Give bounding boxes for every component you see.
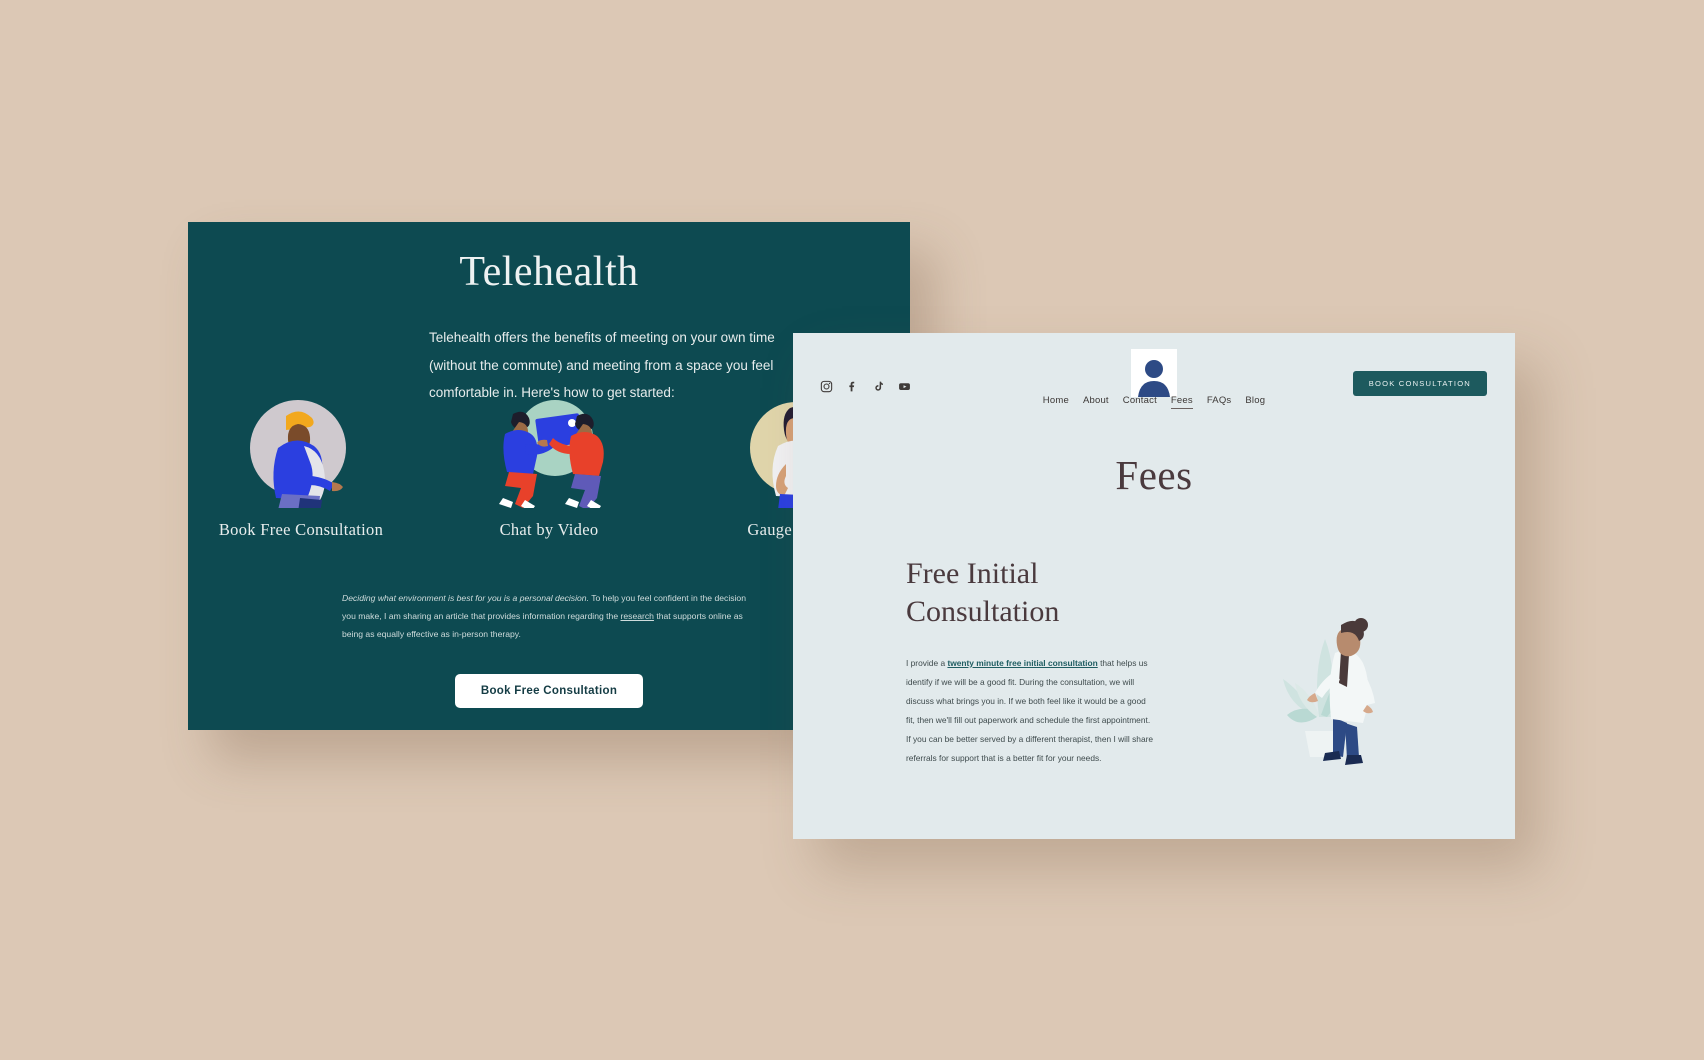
nav-item-faqs[interactable]: FAQs [1207, 395, 1232, 409]
site-logo[interactable] [1131, 349, 1177, 397]
step-label: Chat by Video [499, 520, 599, 539]
fees-content: Free Initial Consultation I provide a tw… [906, 555, 1156, 767]
facebook-icon[interactable] [845, 379, 859, 393]
paragraph-after-link: that helps us identify if we will be a g… [906, 658, 1154, 763]
woman-with-plant-illustration [1273, 589, 1463, 769]
book-free-consultation-button[interactable]: Book Free Consultation [454, 674, 644, 708]
telehealth-note: Deciding what environment is best for yo… [342, 589, 750, 643]
fees-window: Home About Contact Fees FAQs Blog BOOK C… [793, 333, 1515, 839]
instagram-icon[interactable] [819, 379, 833, 393]
fees-paragraph: I provide a twenty minute free initial c… [906, 654, 1156, 767]
step-book-free-consultation[interactable]: Book Free Consultation [211, 390, 391, 540]
step-label: Book Free Consultation [218, 520, 384, 539]
person-pointing-illustration [211, 390, 391, 508]
nav-item-contact[interactable]: Contact [1123, 395, 1157, 409]
nav-item-fees[interactable]: Fees [1170, 395, 1193, 409]
two-people-video-illustration [459, 390, 639, 508]
research-link[interactable]: research [621, 611, 654, 621]
social-links [819, 379, 911, 393]
page-title: Fees [1115, 452, 1193, 498]
book-consultation-button[interactable]: BOOK CONSULTATION [1352, 371, 1487, 396]
section-heading: Free Initial Consultation [906, 557, 1060, 628]
main-nav: Home About Contact Fees FAQs Blog [793, 395, 1515, 409]
nav-item-about[interactable]: About [1083, 395, 1109, 409]
nav-item-home[interactable]: Home [1043, 395, 1069, 409]
nav-item-blog[interactable]: Blog [1245, 395, 1265, 409]
consultation-link[interactable]: twenty minute free initial consultation [947, 658, 1097, 668]
youtube-icon[interactable] [897, 379, 911, 393]
tiktok-icon[interactable] [871, 379, 885, 393]
note-italic: Deciding what environment is best for yo… [342, 592, 589, 603]
telehealth-title: Telehealth [459, 249, 639, 295]
paragraph-before-link: I provide a [906, 658, 948, 668]
step-chat-by-video[interactable]: Chat by Video [459, 390, 639, 540]
